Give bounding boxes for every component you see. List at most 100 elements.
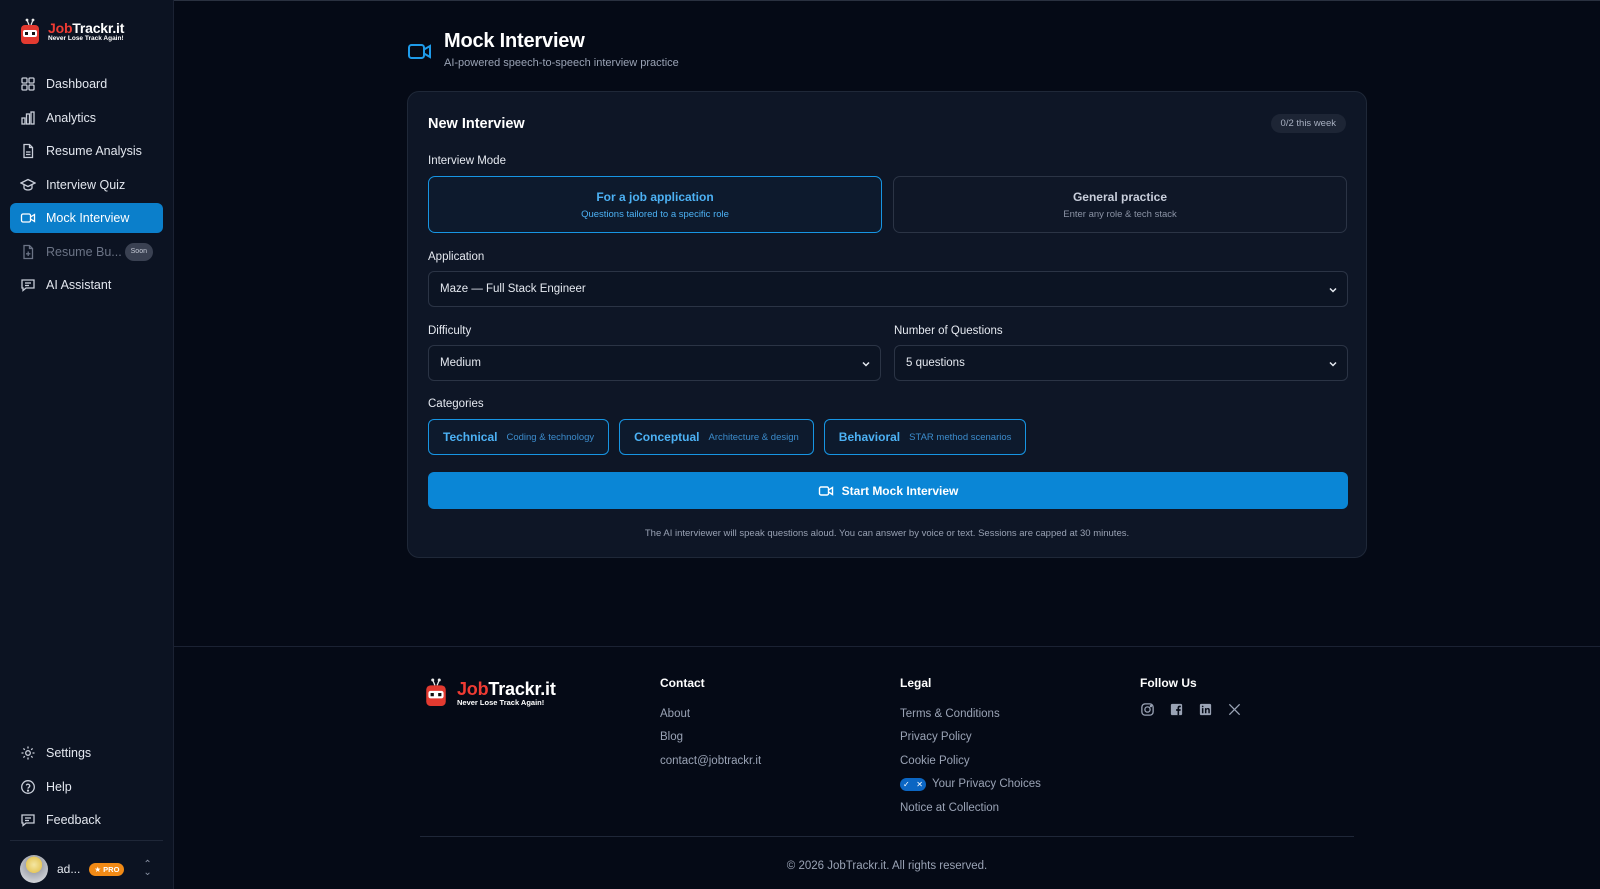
footer-legal: Legal Terms & Conditions Privacy Policy … xyxy=(900,676,1041,820)
application-label: Application xyxy=(428,251,484,263)
pro-badge: ★ PRO xyxy=(89,863,124,876)
category-conceptual[interactable]: Conceptual Architecture & design xyxy=(619,419,814,455)
footer-link-privacy-choices[interactable]: ✓✕ Your Privacy Choices xyxy=(900,773,1041,797)
file-plus-icon xyxy=(20,244,36,260)
chevron-down-icon xyxy=(1328,285,1338,295)
document-icon xyxy=(20,143,36,159)
sidebar-item-label: Settings xyxy=(46,746,91,760)
category-list: Technical Coding & technology Conceptual… xyxy=(428,419,1026,455)
video-camera-icon xyxy=(20,210,36,226)
questions-select[interactable]: 5 questions xyxy=(894,345,1348,381)
chevron-up-down-icon[interactable]: ⌃⌄ xyxy=(143,861,151,877)
category-desc: Architecture & design xyxy=(708,432,798,443)
mode-title: General practice xyxy=(894,190,1346,204)
sidebar-item-resume-analysis[interactable]: Resume Analysis xyxy=(10,136,163,166)
page-header: Mock Interview AI-powered speech-to-spee… xyxy=(407,30,679,69)
avatar xyxy=(20,855,48,883)
sidebar-item-label: Interview Quiz xyxy=(46,178,125,192)
footer-link-email[interactable]: contact@jobtrackr.it xyxy=(660,749,761,773)
gear-icon xyxy=(20,745,36,761)
sidebar-item-label: AI Assistant xyxy=(46,278,111,292)
footer-link-cookie[interactable]: Cookie Policy xyxy=(900,749,1041,773)
brand-logo[interactable]: JobTrackr.it Never Lose Track Again! xyxy=(18,18,124,46)
footer-link-notice[interactable]: Notice at Collection xyxy=(900,796,1041,820)
footer-heading: Follow Us xyxy=(1140,676,1242,690)
top-border xyxy=(0,0,1600,1)
brand-tagline: Never Lose Track Again! xyxy=(48,36,124,43)
sidebar-item-feedback[interactable]: Feedback xyxy=(10,805,163,835)
sidebar-item-resume-builder[interactable]: Resume Bu... Soon xyxy=(10,237,163,267)
mode-subtitle: Enter any role & tech stack xyxy=(894,209,1346,220)
sidebar-item-label: Resume Bu... xyxy=(46,245,122,259)
linkedin-icon[interactable] xyxy=(1198,702,1213,717)
video-camera-icon xyxy=(407,38,433,64)
category-name: Technical xyxy=(443,430,497,444)
category-desc: Coding & technology xyxy=(506,432,594,443)
footer-link-label: Your Privacy Choices xyxy=(932,778,1041,790)
soon-badge: Soon xyxy=(125,243,153,261)
application-value: Maze — Full Stack Engineer xyxy=(440,283,586,295)
sidebar-item-ai-assistant[interactable]: AI Assistant xyxy=(10,270,163,300)
sidebar-item-settings[interactable]: Settings xyxy=(10,738,163,768)
categories-label: Categories xyxy=(428,398,484,410)
chat-icon xyxy=(20,277,36,293)
sidebar-item-analytics[interactable]: Analytics xyxy=(10,103,163,133)
quota-badge: 0/2 this week xyxy=(1271,114,1346,133)
footer-link-about[interactable]: About xyxy=(660,702,761,726)
category-name: Conceptual xyxy=(634,430,699,444)
sidebar-item-dashboard[interactable]: Dashboard xyxy=(10,69,163,99)
sidebar-nav: Dashboard Analytics Resume Analysis Inte… xyxy=(10,69,163,304)
footer-brand-logo[interactable]: JobTrackr.it Never Lose Track Again! xyxy=(423,676,556,710)
difficulty-value: Medium xyxy=(440,357,481,369)
facebook-icon[interactable] xyxy=(1169,702,1184,717)
sidebar-item-help[interactable]: Help xyxy=(10,772,163,802)
questions-label: Number of Questions xyxy=(894,325,1003,337)
mode-title: For a job application xyxy=(429,190,881,204)
footer-heading: Legal xyxy=(900,676,1041,690)
sidebar: JobTrackr.it Never Lose Track Again! Das… xyxy=(0,0,174,889)
sidebar-item-mock-interview[interactable]: Mock Interview xyxy=(10,203,163,233)
brand-tagline: Never Lose Track Again! xyxy=(457,699,556,707)
graduation-cap-icon xyxy=(20,177,36,193)
sidebar-divider xyxy=(10,840,163,841)
x-icon[interactable] xyxy=(1227,702,1242,717)
footer-link-blog[interactable]: Blog xyxy=(660,726,761,750)
interview-mode-label: Interview Mode xyxy=(428,155,506,167)
category-name: Behavioral xyxy=(839,430,900,444)
footer-link-privacy[interactable]: Privacy Policy xyxy=(900,726,1041,750)
sidebar-item-label: Analytics xyxy=(46,111,96,125)
user-name: ad... xyxy=(57,862,80,876)
category-desc: STAR method scenarios xyxy=(909,432,1011,443)
footer-divider-top xyxy=(174,646,1600,647)
application-select[interactable]: Maze — Full Stack Engineer xyxy=(428,271,1348,307)
chevron-down-icon xyxy=(861,359,871,369)
instagram-icon[interactable] xyxy=(1140,702,1155,717)
questions-value: 5 questions xyxy=(906,357,965,369)
mode-job-application[interactable]: For a job application Questions tailored… xyxy=(428,176,882,233)
sidebar-item-interview-quiz[interactable]: Interview Quiz xyxy=(10,170,163,200)
start-mock-interview-button[interactable]: Start Mock Interview xyxy=(428,472,1348,509)
difficulty-label: Difficulty xyxy=(428,325,471,337)
sidebar-item-label: Help xyxy=(46,780,72,794)
social-links xyxy=(1140,702,1242,717)
page-title: Mock Interview xyxy=(444,30,679,53)
footer-divider xyxy=(420,836,1354,837)
user-menu[interactable]: ad... ★ PRO ⌃⌄ xyxy=(20,855,152,883)
session-note: The AI interviewer will speak questions … xyxy=(408,528,1366,539)
category-behavioral[interactable]: Behavioral STAR method scenarios xyxy=(824,419,1027,455)
footer-link-terms[interactable]: Terms & Conditions xyxy=(900,702,1041,726)
video-camera-icon xyxy=(818,483,834,499)
mode-general-practice[interactable]: General practice Enter any role & tech s… xyxy=(893,176,1347,233)
chevron-down-icon xyxy=(1328,359,1338,369)
bar-chart-icon xyxy=(20,110,36,126)
help-circle-icon xyxy=(20,779,36,795)
footer-heading: Contact xyxy=(660,676,761,690)
difficulty-select[interactable]: Medium xyxy=(428,345,881,381)
sidebar-item-label: Resume Analysis xyxy=(46,144,142,158)
sidebar-item-label: Dashboard xyxy=(46,77,107,91)
sidebar-item-label: Mock Interview xyxy=(46,211,129,225)
sidebar-item-label: Feedback xyxy=(46,813,101,827)
footer-follow: Follow Us xyxy=(1140,676,1242,717)
brand-name: JobTrackr.it xyxy=(457,680,556,698)
category-technical[interactable]: Technical Coding & technology xyxy=(428,419,609,455)
